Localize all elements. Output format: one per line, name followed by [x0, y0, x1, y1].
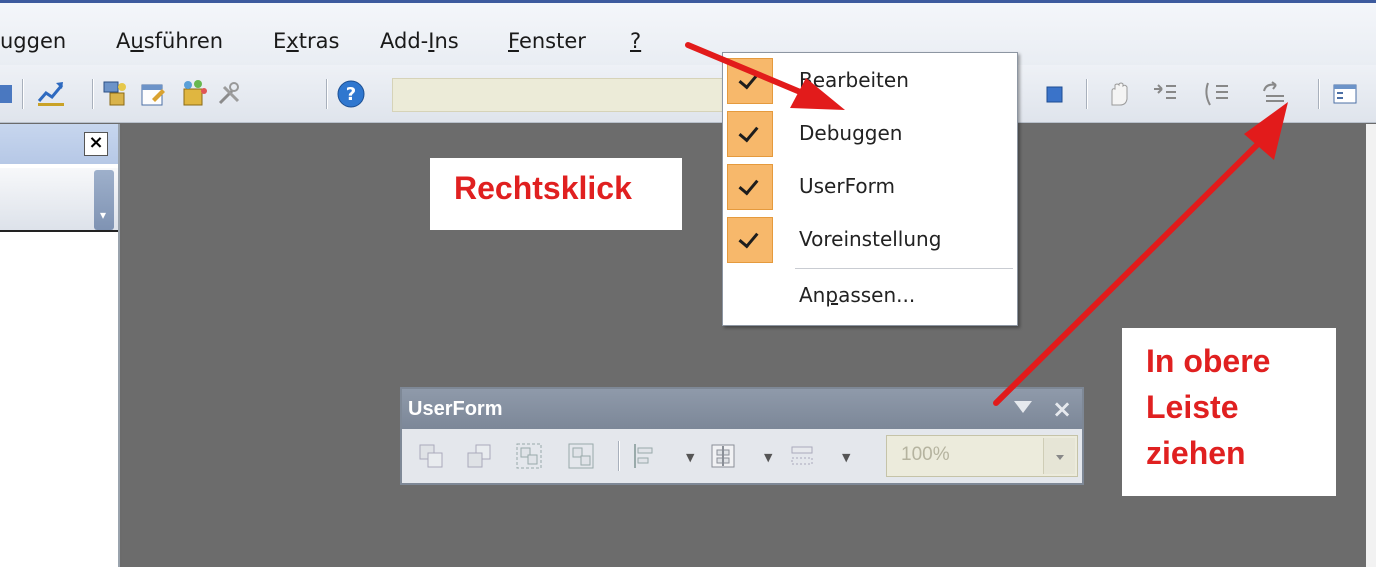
toolbar-separator [22, 79, 23, 109]
align-icon[interactable] [630, 441, 660, 471]
annotation-line: ziehen [1146, 435, 1246, 471]
bring-to-front-icon[interactable] [416, 441, 446, 471]
menubar: uggen Ausführen Extras Add-Ins Fenster ? [0, 3, 1376, 65]
context-menu-item-bearbeiten[interactable]: Bearbeiten [723, 55, 1017, 107]
context-menu-item-label: Anpassen... [799, 283, 916, 307]
chevron-down-icon[interactable]: ▼ [842, 451, 850, 464]
workspace-right-edge [1366, 124, 1376, 567]
panel-close-button[interactable]: × [84, 132, 108, 156]
toolbar-position-field [392, 78, 732, 112]
annotation-right-click: Rechtsklick [430, 158, 682, 230]
menu-ausfuehren[interactable]: Ausführen [116, 29, 223, 53]
context-menu-item-label: Voreinstellung [799, 227, 942, 251]
context-menu-item-debuggen[interactable]: Debuggen [723, 108, 1017, 160]
toolbar-partial-icon[interactable] [0, 79, 14, 109]
context-menu-item-label: Debuggen [799, 121, 903, 145]
userform-toolbar-close-button[interactable]: × [1052, 395, 1072, 423]
chevron-down-icon[interactable]: ▼ [764, 451, 772, 464]
checkmark-icon [727, 164, 773, 210]
panel-header: × [0, 124, 118, 164]
context-menu-item-voreinstellung[interactable]: Voreinstellung [723, 214, 1017, 266]
checkmark-icon [727, 58, 773, 104]
menu-separator [795, 268, 1013, 269]
userform-toolbar-title: UserForm [408, 398, 503, 420]
locals-window-icon[interactable] [1330, 79, 1360, 109]
panel-combo-dropdown-button[interactable]: ▾ [94, 170, 114, 230]
step-out-icon[interactable] [1258, 79, 1288, 109]
help-icon[interactable]: ? [336, 79, 366, 109]
toolbar-separator [618, 441, 619, 471]
toolbar-separator [92, 79, 93, 109]
annotation-line: Leiste [1146, 389, 1239, 425]
context-menu-item-userform[interactable]: UserForm [723, 161, 1017, 213]
chevron-down-icon[interactable]: ▼ [686, 451, 694, 464]
annotation-drag-instruction: In obere Leiste ziehen [1122, 328, 1336, 496]
annotation-line: In obere [1146, 343, 1271, 379]
menu-extras[interactable]: Extras [273, 29, 339, 53]
properties-icon[interactable] [138, 79, 168, 109]
project-explorer-panel: × ▾ [0, 124, 120, 567]
center-icon[interactable] [708, 441, 738, 471]
reset-icon[interactable] [1040, 79, 1070, 109]
menu-add-ins[interactable]: Add-Ins [380, 29, 459, 53]
zoom-value: 100% [901, 444, 950, 465]
context-menu-item-label: UserForm [799, 174, 895, 198]
checkmark-icon [727, 217, 773, 263]
send-to-back-icon[interactable] [464, 441, 494, 471]
step-into-icon[interactable] [1150, 79, 1180, 109]
group-icon[interactable] [514, 441, 544, 471]
userform-toolbar-titlebar[interactable]: UserForm × [402, 389, 1082, 429]
step-over-icon[interactable] [1202, 79, 1232, 109]
object-browser-icon[interactable] [178, 79, 208, 109]
make-same-size-icon[interactable] [788, 441, 818, 471]
menu-fenster[interactable]: Fenster [508, 29, 586, 53]
context-menu-item-anpassen[interactable]: Anpassen... [723, 273, 1017, 325]
toggle-breakpoint-icon[interactable] [1104, 79, 1134, 109]
menu-help[interactable]: ? [630, 29, 641, 53]
menu-debuggen[interactable]: uggen [0, 29, 66, 53]
toolbar-options-dropdown-icon[interactable] [1014, 401, 1032, 413]
checkmark-icon [727, 111, 773, 157]
toolbar-context-menu: Bearbeiten Debuggen UserForm Voreinstell… [722, 52, 1018, 326]
standard-toolbar: ? [0, 65, 1376, 123]
toolbar-separator [1086, 79, 1087, 109]
zoom-select[interactable]: 100% [886, 435, 1078, 477]
chevron-down-icon: ▾ [100, 208, 107, 222]
userform-toolbar[interactable]: UserForm × ▼ ▼ ▼ 100% [400, 387, 1084, 485]
toolbar-separator [1318, 79, 1319, 109]
toolbox-icon[interactable] [214, 79, 244, 109]
svg-text:?: ? [346, 84, 356, 105]
design-mode-icon[interactable] [36, 79, 66, 109]
context-menu-item-label: Bearbeiten [799, 68, 909, 92]
toolbar-separator [326, 79, 327, 109]
project-explorer-icon[interactable] [100, 79, 130, 109]
zoom-dropdown-button[interactable] [1043, 438, 1075, 474]
annotation-right-click-text: Rechtsklick [454, 170, 632, 206]
ungroup-icon[interactable] [566, 441, 596, 471]
